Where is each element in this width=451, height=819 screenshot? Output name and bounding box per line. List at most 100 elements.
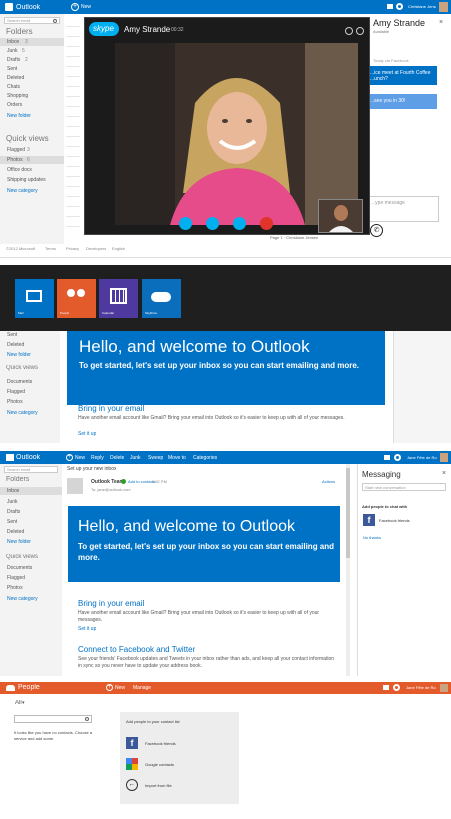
folder-item-inbox[interactable]: Inbox 3 (0, 38, 64, 46)
search-input[interactable]: Search email (4, 466, 58, 473)
command-move-to[interactable]: Move to (168, 455, 186, 461)
new-plus-icon[interactable]: + (106, 684, 113, 691)
actions-menu[interactable]: Actions (322, 479, 335, 485)
avatar[interactable] (440, 684, 448, 692)
avatar[interactable] (440, 453, 448, 462)
search-icon[interactable] (53, 19, 57, 23)
tile-mail[interactable]: Mail (15, 279, 54, 318)
user-name[interactable]: Jane Fête de Rozé (407, 455, 437, 461)
sender-name[interactable]: Outlook Team (91, 479, 124, 485)
chat-toggle-icon[interactable] (233, 217, 246, 230)
new-folder-link[interactable]: New folder (7, 352, 31, 358)
chevron-down-icon[interactable]: ▾ (22, 700, 25, 706)
footer-link[interactable]: Developers (86, 246, 106, 252)
new-plus-icon[interactable]: + (66, 454, 73, 461)
new-button[interactable]: New (81, 4, 91, 10)
new-folder-link[interactable]: New folder (7, 539, 31, 545)
quickview-flagged[interactable]: Flagged 3 (0, 146, 64, 154)
filter-dropdown[interactable]: All (15, 700, 22, 707)
user-name[interactable]: Jane Fête de Rozé (406, 685, 436, 691)
search-placeholder: Search email (7, 18, 31, 23)
command-delete[interactable]: Delete (110, 455, 124, 461)
quickview-flagged[interactable]: Flagged (7, 575, 25, 581)
folder-item-sent[interactable]: Sent (0, 65, 64, 73)
tile-skydrive[interactable]: SkyDrive (142, 279, 181, 318)
chat-icon[interactable] (383, 685, 389, 690)
footer-link[interactable]: Privacy (66, 246, 79, 252)
folder-item-deleted[interactable]: Deleted (0, 74, 64, 82)
set-it-up-link[interactable]: Set it up (78, 431, 96, 437)
command-categories[interactable]: Categories (193, 455, 217, 461)
end-call-icon[interactable] (260, 217, 273, 230)
folder-item-inbox[interactable]: Inbox (0, 487, 62, 495)
search-input[interactable] (14, 715, 92, 723)
source-google[interactable]: Google contacts (126, 758, 231, 772)
video-toggle-icon[interactable] (179, 217, 192, 230)
new-contact-button[interactable]: New (115, 685, 125, 691)
no-thanks-link[interactable]: No thanks (363, 535, 381, 541)
command-junk[interactable]: Junk (130, 455, 141, 461)
cloud-icon (151, 292, 171, 302)
self-view-thumbnail[interactable] (318, 199, 363, 233)
phone-icon[interactable]: ✆ (370, 224, 383, 237)
manage-menu[interactable]: Manage (133, 685, 151, 691)
chat-icon[interactable] (384, 455, 390, 460)
quickview-flagged[interactable]: Flagged (7, 389, 25, 395)
folder-item-deleted[interactable]: Deleted (7, 529, 24, 535)
folder-item-drafts[interactable]: Drafts 2 (0, 56, 64, 64)
new-category-link[interactable]: New category (7, 596, 38, 602)
quickview-office-docs[interactable]: Office docs (0, 166, 64, 174)
command-reply[interactable]: Reply (91, 455, 104, 461)
avatar[interactable] (439, 2, 448, 12)
gear-icon[interactable] (393, 684, 400, 691)
quickview-documents[interactable]: Documents (7, 565, 32, 571)
chat-message-input[interactable]: ...ype message (367, 196, 439, 222)
source-import[interactable]: ← Import from file (126, 779, 231, 793)
minimize-icon[interactable] (345, 27, 353, 35)
footer-link[interactable]: Terms (45, 246, 56, 252)
source-facebook[interactable]: f Facebook friends (126, 737, 231, 751)
footer-link[interactable]: English (112, 246, 125, 252)
quick-views-heading: Quick views (6, 554, 39, 560)
facebook-icon[interactable]: f (363, 514, 375, 526)
folder-item-junk[interactable]: Junk (7, 499, 18, 505)
expand-icon[interactable] (356, 27, 364, 35)
chat-icon[interactable] (387, 4, 393, 9)
command-new[interactable]: New (75, 455, 85, 461)
quickview-documents[interactable]: Documents (7, 379, 32, 385)
command-sweep[interactable]: Sweep (148, 455, 163, 461)
gear-icon[interactable] (396, 3, 403, 10)
new-folder-link[interactable]: New folder (7, 113, 31, 119)
quickview-photos[interactable]: Photos (7, 399, 23, 405)
microphone-icon[interactable] (206, 217, 219, 230)
quickview-shipping[interactable]: Shipping updates (0, 176, 64, 184)
folder-item-shopping[interactable]: Shopping (0, 92, 64, 100)
new-category-link[interactable]: New category (7, 410, 38, 416)
new-category-link[interactable]: New category (7, 188, 38, 194)
search-icon[interactable] (85, 717, 89, 721)
folder-item-chats[interactable]: Chats (0, 83, 64, 91)
close-icon[interactable]: × (439, 19, 443, 26)
folder-item-junk[interactable]: Junk 5 (0, 47, 64, 55)
tile-people[interactable]: People (57, 279, 96, 318)
folder-item-sent[interactable]: Sent (7, 332, 17, 338)
folder-item-sent[interactable]: Sent (7, 519, 17, 525)
close-icon[interactable]: × (442, 470, 446, 477)
search-input[interactable]: Search email (4, 17, 60, 24)
gear-icon[interactable] (394, 454, 401, 461)
folder-item-orders[interactable]: Orders (0, 101, 64, 109)
set-it-up-link[interactable]: Set it up (78, 626, 96, 632)
folder-item-drafts[interactable]: Drafts (7, 509, 20, 515)
folder-item-deleted[interactable]: Deleted (7, 342, 24, 348)
new-plus-icon[interactable]: + (71, 3, 79, 11)
quickview-photos[interactable]: Photos 6 (0, 156, 64, 164)
scrollbar-thumb[interactable] (346, 468, 350, 558)
facebook-friends-link[interactable]: Facebook friends (379, 518, 410, 524)
quickview-photos[interactable]: Photos (7, 585, 23, 591)
scrollbar[interactable] (346, 464, 350, 676)
tile-calendar[interactable]: Calendar (99, 279, 138, 318)
user-name[interactable]: Christiane Jensen (408, 4, 436, 10)
quickview-count: 3 (27, 147, 30, 153)
message-list[interactable] (66, 17, 80, 232)
new-conversation-input[interactable]: Start new conversation (362, 483, 446, 491)
